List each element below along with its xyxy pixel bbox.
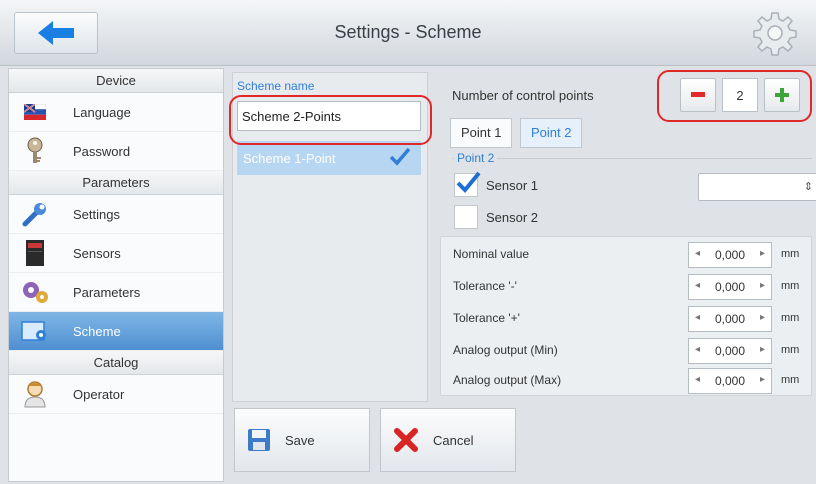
sidebar-item-label: Parameters	[73, 284, 141, 300]
point-group: Point 2 Sensor 1 Sensor 2 ⇕	[452, 151, 816, 231]
user-icon	[21, 380, 49, 408]
sidebar-item-sensors[interactable]: Sensors	[9, 234, 223, 273]
point-group-title: Point 2	[454, 151, 498, 165]
chevron-right-icon[interactable]: ▸	[760, 248, 765, 259]
spinner-value: 0,000	[714, 248, 746, 262]
chevron-right-icon[interactable]: ▸	[760, 280, 765, 291]
cancel-button[interactable]: Cancel	[380, 408, 516, 472]
sidebar-header-parameters: Parameters	[9, 171, 223, 195]
sensor-2-checkbox[interactable]	[454, 205, 478, 229]
close-icon	[394, 428, 418, 452]
unit-label: mm	[781, 248, 800, 260]
value-row-analog-min: Analog output (Min) ◂ 0,000 ▸ mm	[441, 337, 813, 365]
scheme-list-item-label: Scheme 1-Point	[243, 150, 336, 166]
value-row-analog-max: Analog output (Max) ◂ 0,000 ▸ mm	[441, 367, 813, 395]
value-label: Analog output (Min)	[453, 343, 558, 357]
save-button-label: Save	[285, 432, 315, 448]
cancel-button-label: Cancel	[433, 432, 474, 448]
sidebar-item-language[interactable]: Language	[9, 93, 223, 132]
sidebar-item-label: Operator	[73, 386, 125, 402]
chevron-updown-icon: ⇕	[803, 181, 813, 193]
analog-min-spinner[interactable]: ◂ 0,000 ▸	[688, 338, 772, 364]
wrench-icon	[21, 200, 49, 228]
analog-max-spinner[interactable]: ◂ 0,000 ▸	[688, 368, 772, 394]
spinner-value: 0,000	[714, 280, 746, 294]
flag-icon	[21, 98, 49, 126]
unit-label: mm	[781, 280, 800, 292]
sensor-1-checkbox[interactable]	[454, 171, 481, 197]
sensor-2-row[interactable]: Sensor 2	[454, 203, 538, 231]
save-button[interactable]: Save	[234, 408, 370, 472]
sidebar-item-password[interactable]: Password	[9, 132, 223, 171]
tolerance-plus-spinner[interactable]: ◂ 0,000 ▸	[688, 306, 772, 332]
title-bar: Settings - Scheme	[0, 0, 816, 66]
sensor-icon	[21, 239, 49, 267]
sidebar-item-label: Scheme	[73, 323, 121, 339]
control-points-label: Number of control points	[452, 88, 594, 103]
floppy-disk-icon	[248, 429, 270, 451]
chevron-right-icon[interactable]: ▸	[760, 344, 765, 355]
unit-label: mm	[781, 312, 800, 324]
highlight-scheme-name	[229, 95, 432, 145]
sensor-1-row[interactable]: Sensor 1	[454, 171, 538, 199]
tab-point-2[interactable]: Point 2	[520, 118, 583, 148]
values-panel: Nominal value ◂ 0,000 ▸ mm Tolerance '-' ◂…	[440, 236, 812, 396]
gear-icon[interactable]	[752, 10, 798, 56]
value-label: Analog output (Max)	[453, 373, 562, 387]
value-row-tolerance-plus: Tolerance '+' ◂ 0,000 ▸ mm	[441, 305, 813, 333]
value-row-nominal: Nominal value ◂ 0,000 ▸ mm	[441, 241, 813, 269]
sensor-2-label: Sensor 2	[486, 209, 539, 225]
scheme-name-label: Scheme name	[237, 79, 315, 93]
sidebar-item-operator[interactable]: Operator	[9, 375, 223, 414]
scheme-icon	[21, 317, 49, 345]
chevron-right-icon[interactable]: ▸	[760, 374, 765, 385]
spinner-value: 0,000	[714, 374, 746, 388]
value-label: Nominal value	[453, 247, 530, 261]
tab-point-1[interactable]: Point 1	[450, 118, 513, 148]
scheme-list-item[interactable]: Scheme 1-Point	[237, 141, 421, 175]
highlight-control-points	[657, 70, 812, 122]
nominal-value-spinner[interactable]: ◂ 0,000 ▸	[688, 242, 772, 268]
window-title: Settings - Scheme	[334, 22, 482, 42]
sensor-select[interactable]: ⇕	[698, 173, 816, 201]
spinner-value: 0,000	[714, 312, 746, 326]
key-icon	[21, 137, 49, 165]
sidebar-item-parameters[interactable]: Parameters	[9, 273, 223, 312]
value-row-tolerance-minus: Tolerance '-' ◂ 0,000 ▸ mm	[441, 273, 813, 301]
tolerance-minus-spinner[interactable]: ◂ 0,000 ▸	[688, 274, 772, 300]
sidebar-item-settings[interactable]: Settings	[9, 195, 223, 234]
checkmark-icon	[456, 171, 481, 193]
unit-label: mm	[781, 344, 800, 356]
gears-icon	[21, 278, 49, 306]
unit-label: mm	[781, 374, 800, 386]
sidebar-item-label: Settings	[73, 206, 120, 222]
sidebar-header-catalog: Catalog	[9, 351, 223, 375]
sidebar: Device Language Password Parameters Sett…	[8, 68, 224, 482]
sidebar-item-scheme[interactable]: Scheme	[9, 312, 223, 351]
sidebar-item-label: Language	[73, 104, 131, 120]
sidebar-item-label: Sensors	[73, 245, 121, 261]
sidebar-header-device: Device	[9, 69, 223, 93]
value-label: Tolerance '+'	[453, 311, 520, 325]
sidebar-item-label: Password	[73, 143, 131, 159]
chevron-right-icon[interactable]: ▸	[760, 312, 765, 323]
spinner-value: 0,000	[714, 344, 746, 358]
value-label: Tolerance '-'	[453, 279, 517, 293]
sensor-1-label: Sensor 1	[486, 177, 539, 193]
checkmark-icon	[389, 147, 411, 166]
